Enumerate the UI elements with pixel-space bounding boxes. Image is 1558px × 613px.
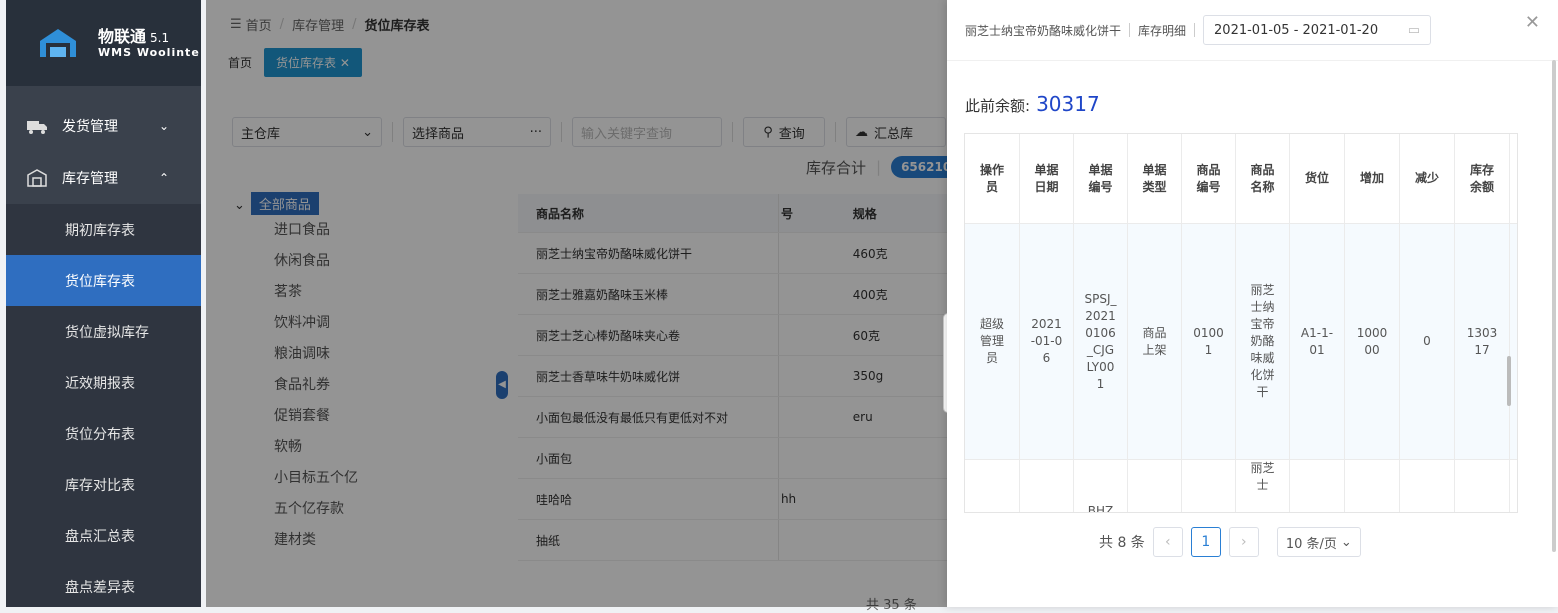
page-size-value: 10 条/页 xyxy=(1285,536,1337,552)
warehouse-icon xyxy=(27,169,47,187)
detail-table: 操作员 单据日期 单据编号 单据类型 商品编号 商品名称 货位 增加 减少 库存… xyxy=(964,133,1518,513)
cell-location xyxy=(1290,460,1345,512)
table-row[interactable]: BHZ 丽芝士 xyxy=(965,460,1517,512)
menu-group-shipping[interactable]: 发货管理 ⌄ xyxy=(6,100,201,152)
chevron-down-icon: ⌄ xyxy=(158,119,169,133)
cell-date xyxy=(1020,460,1074,512)
warehouse-logo-icon xyxy=(40,29,76,57)
cell-operator: 超级管理员 xyxy=(965,224,1020,459)
cell-operator xyxy=(965,460,1020,512)
chevron-down-icon: ⌄ xyxy=(1340,534,1352,550)
page-size-select[interactable]: 10 条/页 ⌄ xyxy=(1276,527,1361,557)
previous-balance-value: 30317 xyxy=(1036,92,1100,116)
close-icon[interactable]: ✕ xyxy=(1525,12,1540,33)
cell-date: 2021-01-06 xyxy=(1020,224,1074,459)
col-header-operator: 操作员 xyxy=(965,134,1020,223)
col-header-decrease: 减少 xyxy=(1400,134,1455,223)
cell-balance xyxy=(1455,460,1510,512)
col-header-location: 货位 xyxy=(1290,134,1345,223)
drawer-header: 丽芝士纳宝帝奶酪味威化饼干 库存明细 2021-01-05 - 2021-01-… xyxy=(947,0,1558,61)
sidebar-item-opening-stock[interactable]: 期初库存表 xyxy=(6,204,201,255)
pagination: 共 8 条 ‹ 1 › 10 条/页 ⌄ xyxy=(1099,527,1361,557)
brand-subtitle: WMS Woolinte xyxy=(98,46,200,59)
chevron-up-icon: ⌃ xyxy=(158,171,169,185)
date-range-picker[interactable]: 2021-01-05 - 2021-01-20 ▭ xyxy=(1203,15,1432,45)
sidebar-item-near-expiry[interactable]: 近效期报表 xyxy=(6,357,201,408)
cell-doc-type xyxy=(1128,460,1182,512)
pagination-total: 共 8 条 xyxy=(1099,535,1145,551)
sidebar-item-count-summary[interactable]: 盘点汇总表 xyxy=(6,510,201,561)
cell-doc-type: 商品上架 xyxy=(1128,224,1182,459)
sidebar-item-count-diff[interactable]: 盘点差异表 xyxy=(6,561,201,607)
col-header-balance: 库存余额 xyxy=(1455,134,1510,223)
cell-doc-no: BHZ xyxy=(1074,460,1128,512)
menu-group-inventory[interactable]: 库存管理 ⌃ xyxy=(6,152,201,204)
table-scrollbar[interactable] xyxy=(1507,356,1511,406)
cell-location: A1-1-01 xyxy=(1290,224,1345,459)
detail-table-header: 操作员 单据日期 单据编号 单据类型 商品编号 商品名称 货位 增加 减少 库存… xyxy=(965,134,1517,224)
next-page-button[interactable]: › xyxy=(1228,527,1259,557)
sidebar-item-virtual-stock[interactable]: 货位虚拟库存 xyxy=(6,306,201,357)
cell-decrease xyxy=(1400,460,1455,512)
table-row[interactable]: 超级管理员 2021-01-06 SPSJ_20210106_CJGLY001 … xyxy=(965,224,1517,460)
cell-decrease: 0 xyxy=(1400,224,1455,459)
col-header-doc-no: 单据编号 xyxy=(1074,134,1128,223)
logo: 物联通 5.1 WMS Woolinte xyxy=(6,0,201,86)
cell-doc-no: SPSJ_20210106_CJGLY001 xyxy=(1074,224,1128,459)
previous-balance-label: 此前余额: xyxy=(965,97,1031,115)
col-header-product-no: 商品编号 xyxy=(1182,134,1236,223)
sidebar-item-stock-compare[interactable]: 库存对比表 xyxy=(6,459,201,510)
drawer-mode: 库存明细 xyxy=(1138,23,1187,38)
calendar-icon: ▭ xyxy=(1407,22,1421,38)
date-range-value: 2021-01-05 - 2021-01-20 xyxy=(1214,22,1379,38)
sidebar-item-location-distribution[interactable]: 货位分布表 xyxy=(6,408,201,459)
cell-product-name: 丽芝士 xyxy=(1236,460,1290,512)
col-header-doc-type: 单据类型 xyxy=(1128,134,1182,223)
brand-name: 物联通 xyxy=(98,26,147,46)
cell-increase: 100000 xyxy=(1345,224,1400,459)
sidebar: 物联通 5.1 WMS Woolinte 发货管理 ⌄ 库存管理 ⌃ 期初库存表 … xyxy=(6,0,201,607)
stock-detail-drawer: 丽芝士纳宝帝奶酪味威化饼干 库存明细 2021-01-05 - 2021-01-… xyxy=(947,0,1558,607)
brand-version: 5.1 xyxy=(150,30,170,45)
sidebar-item-location-stock[interactable]: 货位库存表 xyxy=(6,255,201,306)
drawer-product-name: 丽芝士纳宝帝奶酪味威化饼干 xyxy=(965,23,1122,38)
menu-group-label: 库存管理 xyxy=(62,171,118,187)
col-header-increase: 增加 xyxy=(1345,134,1400,223)
modal-overlay[interactable] xyxy=(206,0,947,607)
page-1-button[interactable]: 1 xyxy=(1190,527,1221,557)
drawer-scrollbar[interactable] xyxy=(1552,60,1556,552)
cell-product-no: 01001 xyxy=(1182,224,1236,459)
prev-page-button[interactable]: ‹ xyxy=(1152,527,1183,557)
cell-product-name: 丽芝士纳宝帝奶酪味威化饼干 xyxy=(1236,224,1290,459)
col-header-date: 单据日期 xyxy=(1020,134,1074,223)
truck-icon xyxy=(27,121,47,134)
cell-increase xyxy=(1345,460,1400,512)
cell-product-no xyxy=(1182,460,1236,512)
cell-balance: 130317 xyxy=(1455,224,1510,459)
col-header-product-name: 商品名称 xyxy=(1236,134,1290,223)
menu-group-label: 发货管理 xyxy=(62,119,118,135)
previous-balance: 此前余额: 30317 xyxy=(965,92,1100,116)
